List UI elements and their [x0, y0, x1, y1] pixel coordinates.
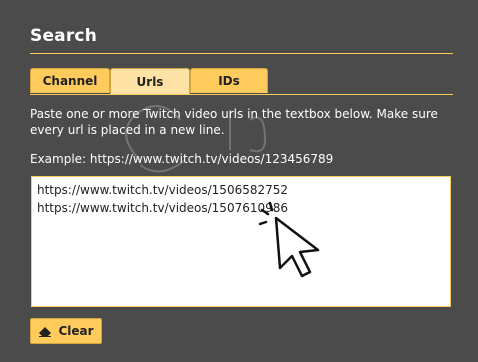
urls-textarea[interactable]: https://www.twitch.tv/videos/1506582752 …	[31, 176, 451, 307]
tab-divider	[30, 94, 453, 95]
textarea-line: https://www.twitch.tv/videos/1507610986	[37, 201, 289, 215]
search-title: Search	[30, 26, 98, 46]
instructions-text: Paste one or more Twitch video urls in t…	[30, 107, 438, 137]
clear-label: Clear	[58, 324, 94, 338]
clear-button[interactable]: Clear	[30, 318, 102, 344]
eraser-icon	[39, 327, 52, 337]
pointer-cursor-icon	[258, 201, 320, 278]
tab-ids[interactable]: IDs	[190, 68, 268, 93]
title-divider	[30, 53, 453, 54]
textarea-line: https://www.twitch.tv/videos/1506582752	[37, 183, 289, 197]
tab-urls[interactable]: Urls	[110, 68, 190, 94]
tab-channel[interactable]: Channel	[30, 68, 110, 93]
example-text: Example: https://www.twitch.tv/videos/12…	[30, 152, 334, 166]
